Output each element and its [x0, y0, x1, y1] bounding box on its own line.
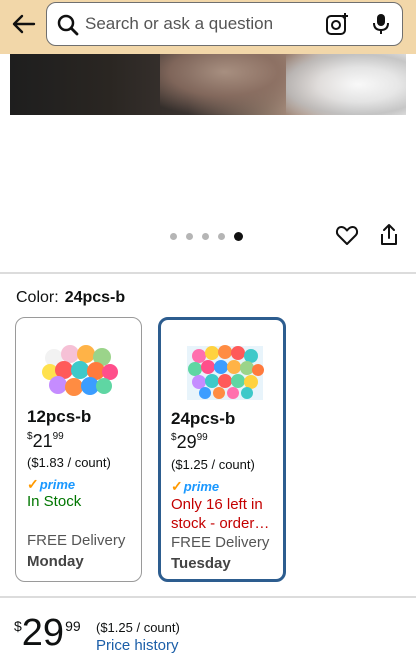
heart-icon[interactable] [335, 223, 359, 247]
product-image[interactable] [10, 54, 406, 115]
back-arrow-icon [12, 14, 36, 34]
camera-lens-icon[interactable] [325, 12, 349, 36]
variant-thumbnail [42, 345, 118, 396]
variant-card-12pcs[interactable]: 12pcs-b $2199 ($1.83 / count) ✓ prime In … [15, 317, 142, 582]
price-whole: 21 [32, 431, 53, 451]
price-whole: 29 [21, 612, 65, 654]
section-divider [0, 596, 416, 598]
image-carousel-dots [170, 232, 243, 241]
carousel-dot-active[interactable] [234, 232, 243, 241]
variant-price: $2199 [27, 431, 64, 452]
price-fraction: 99 [52, 431, 64, 442]
stock-status: In Stock [27, 493, 82, 510]
top-header [0, 0, 416, 54]
search-box[interactable] [46, 2, 403, 46]
variant-price: $2999 [171, 432, 208, 453]
delivery-day: Monday [27, 553, 84, 570]
share-icon[interactable] [378, 223, 400, 247]
product-image-water [286, 54, 406, 115]
prime-badge: ✓ prime [27, 476, 75, 493]
variant-thumbnail [187, 345, 264, 400]
color-selector-label: Color: 24pcs-b [16, 289, 125, 307]
color-label: Color: [16, 289, 59, 306]
price-currency: $ [14, 618, 22, 634]
carousel-dot[interactable] [170, 233, 177, 240]
section-divider [0, 272, 416, 274]
delivery-label: FREE Delivery [171, 534, 270, 551]
price-history-link[interactable]: Price history [96, 637, 179, 654]
buybox-unit-price: ($1.25 / count) [96, 620, 180, 635]
price-fraction: 99 [196, 432, 208, 443]
prime-check-icon: ✓ [27, 476, 39, 492]
buybox-price: $ 29 99 [14, 612, 81, 654]
prime-badge: ✓ prime [171, 478, 219, 495]
color-value: 24pcs-b [64, 289, 126, 306]
carousel-dot[interactable] [202, 233, 209, 240]
carousel-dot[interactable] [218, 233, 225, 240]
price-fraction: 99 [65, 618, 81, 634]
back-button[interactable] [8, 10, 40, 38]
variant-name: 12pcs-b [27, 407, 92, 426]
prime-label: prime [183, 479, 220, 494]
prime-label: prime [39, 477, 76, 492]
prime-check-icon: ✓ [171, 478, 183, 494]
stock-status: Only 16 left in stock - order… [171, 496, 270, 532]
search-icon [57, 14, 79, 36]
carousel-dot[interactable] [186, 233, 193, 240]
variant-unit-price: ($1.83 / count) [27, 455, 111, 470]
variant-unit-price: ($1.25 / count) [171, 457, 255, 472]
microphone-icon[interactable] [371, 12, 391, 36]
variant-card-24pcs[interactable]: 24pcs-b $2999 ($1.25 / count) ✓ prime Onl… [158, 317, 286, 582]
variant-name: 24pcs-b [171, 409, 236, 428]
search-input[interactable] [85, 3, 315, 45]
delivery-label: FREE Delivery [27, 532, 126, 549]
price-whole: 29 [176, 432, 197, 452]
delivery-day: Tuesday [171, 555, 231, 572]
